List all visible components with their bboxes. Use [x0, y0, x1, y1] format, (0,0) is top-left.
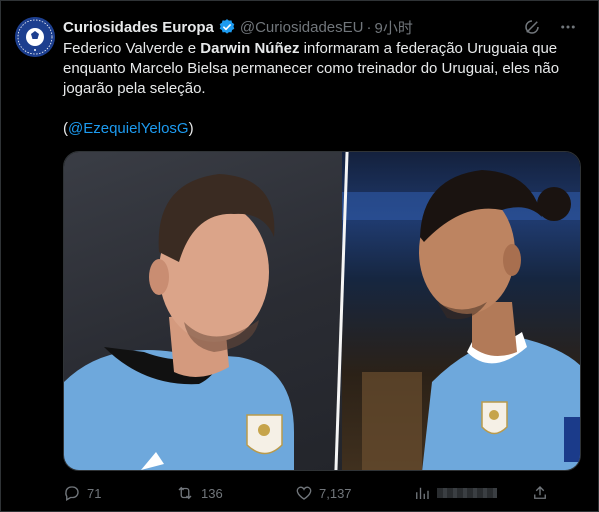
reply-action[interactable]: 71	[63, 484, 175, 502]
views-chart-icon	[416, 487, 429, 499]
mention-close-paren: )	[188, 120, 194, 137]
tweet-actions: 71 136 7,137	[63, 484, 593, 502]
author-avatar[interactable]	[15, 17, 55, 57]
views-action[interactable]	[413, 484, 531, 502]
reply-count: 71	[87, 485, 102, 501]
heart-icon	[296, 486, 312, 500]
like-action[interactable]: 7,137	[295, 484, 413, 502]
tweet-text-part1: Federico Valverde e	[63, 40, 201, 57]
views-count-obscured	[437, 488, 497, 498]
player-photo-right[interactable]	[342, 152, 580, 470]
tweet-header: Curiosidades Europa @CuriosidadesEU · 9小…	[63, 17, 413, 37]
reply-icon	[65, 486, 79, 501]
mention-line: (@EzequielYelosG)	[63, 119, 194, 139]
ball-logo-icon	[15, 17, 55, 57]
repost-icon	[178, 486, 192, 500]
tweet-timestamp[interactable]: 9小时	[375, 17, 413, 38]
tweet-media[interactable]	[63, 151, 581, 471]
header-actions	[522, 17, 578, 37]
like-count: 7,137	[319, 485, 352, 501]
player-portrait-right	[342, 170, 580, 470]
player-photo-left[interactable]	[64, 152, 342, 470]
repost-action[interactable]: 136	[175, 484, 295, 502]
mention-link[interactable]: @EzequielYelosG	[68, 120, 189, 137]
share-action[interactable]	[531, 484, 549, 502]
tweet-text-bold-name: Darwin Núñez	[200, 40, 300, 57]
repost-count: 136	[201, 485, 223, 501]
grok-icon[interactable]	[522, 17, 542, 37]
author-name[interactable]: Curiosidades Europa	[63, 19, 214, 36]
share-icon	[534, 486, 546, 499]
more-options-icon[interactable]	[558, 17, 578, 37]
author-handle[interactable]: @CuriosidadesEU	[240, 19, 364, 36]
tweet-text: Federico Valverde e Darwin Núñez informa…	[63, 39, 583, 99]
player-portrait-left	[64, 174, 294, 470]
tweet-card: Curiosidades Europa @CuriosidadesEU · 9小…	[0, 0, 599, 512]
header-separator: ·	[366, 18, 372, 36]
verified-badge-icon	[218, 18, 236, 36]
